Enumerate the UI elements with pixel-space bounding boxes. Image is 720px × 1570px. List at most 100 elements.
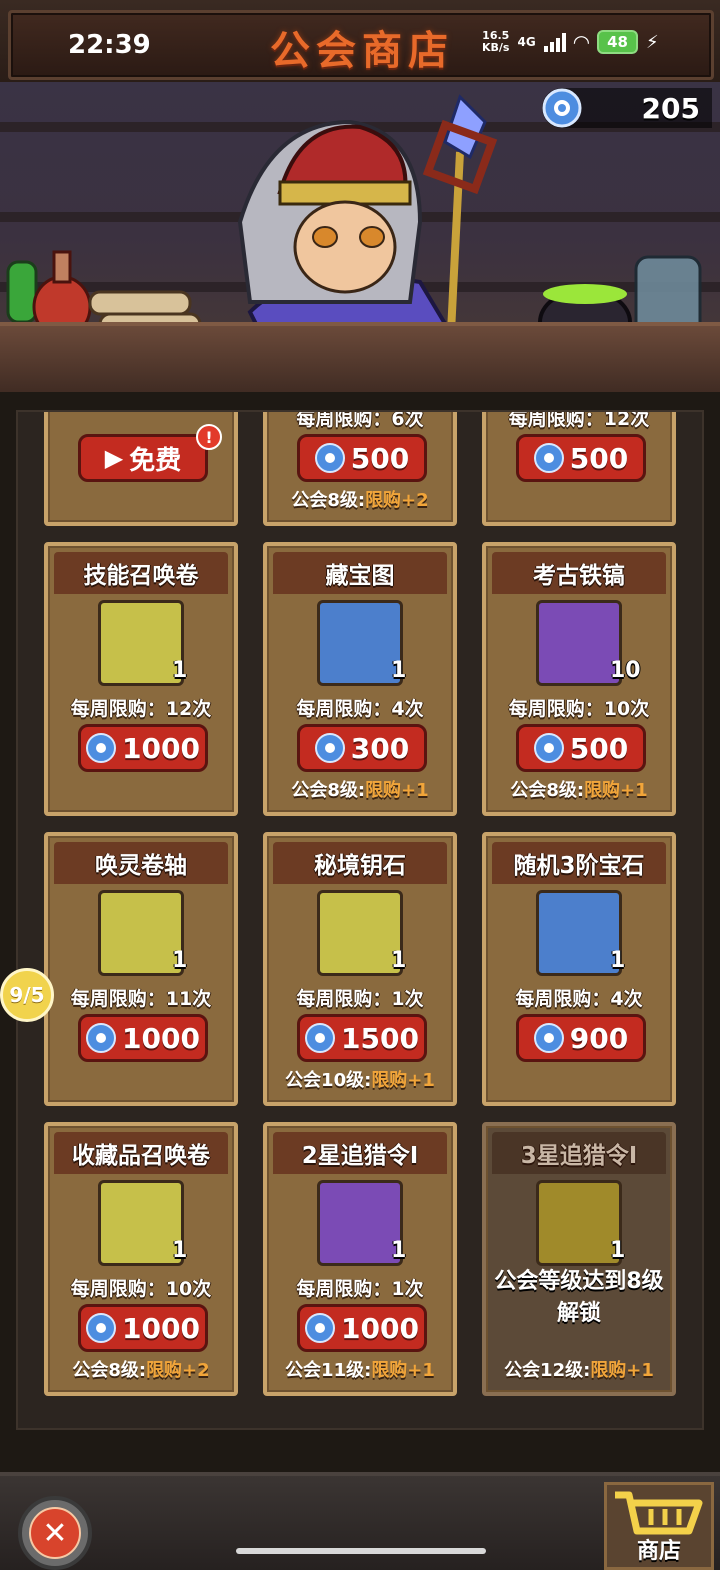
shopkeeper-scene: 205 xyxy=(0,82,720,392)
shop-item-card[interactable]: 藏宝图 1 每周限购：4次 300 公会8级:限购+1 xyxy=(263,542,457,816)
lock-line-2: 解锁 xyxy=(556,1301,601,1326)
charging-icon: ⚡ xyxy=(645,31,659,53)
price-button[interactable]: 1000 xyxy=(297,1304,427,1352)
guild-level: 公会8级: xyxy=(510,780,585,801)
top-header: 22:39 公会商店 16.5 KB/s 4G ◠ 48 ⚡ xyxy=(0,0,720,85)
guild-level: 公会10级: xyxy=(285,1070,372,1091)
blue-coin-icon xyxy=(314,733,345,763)
purchase-limit: 每周限购：11次 xyxy=(70,988,212,1010)
price-value: 500 xyxy=(569,731,629,765)
price-button[interactable]: 500 xyxy=(297,434,427,482)
purchase-limit: 每周限购：12次 xyxy=(70,698,212,720)
blue-coin-icon xyxy=(542,88,582,128)
price-button[interactable]: 500 xyxy=(516,724,646,772)
home-indicator[interactable] xyxy=(236,1548,486,1554)
guild-bonus: 公会10级:限购+1 xyxy=(267,1066,453,1092)
guild-bonus: 公会8级:限购+1 xyxy=(486,776,672,802)
shop-item-card[interactable]: 随机3阶宝石 1 每周限购：4次 900 xyxy=(482,832,676,1106)
price-value: 300 xyxy=(350,731,410,765)
price-button[interactable]: 500 xyxy=(516,434,646,482)
shop-item-card[interactable]: 10每周限购：12次 500 xyxy=(482,412,676,526)
blue-coin-icon xyxy=(86,733,117,763)
purchase-limit: 每周限购：4次 xyxy=(515,988,643,1010)
item-quantity: 1 xyxy=(172,948,188,973)
battery-indicator: 48 xyxy=(597,30,638,54)
free-label: 免费 xyxy=(129,445,182,476)
status-time: 22:39 xyxy=(68,30,151,60)
item-name: 随机3阶宝石 xyxy=(492,842,666,884)
item-quantity: 1 xyxy=(610,948,626,973)
shop-item-card[interactable]: 技能召唤卷 1 每周限购：12次 1000 xyxy=(44,542,238,816)
video-icon: ▶ xyxy=(104,444,124,472)
shop-item-card[interactable]: 考古铁镐 10 每周限购：10次 500 公会8级:限购+1 xyxy=(482,542,676,816)
shop-item-card[interactable]: 秘境钥石 1 每周限购：1次 1500 公会10级:限购+1 xyxy=(263,832,457,1106)
price-value: 500 xyxy=(350,441,410,475)
price-value: 500 xyxy=(569,441,629,475)
price-button[interactable]: 1500 xyxy=(297,1014,427,1062)
guild-level: 公会8级: xyxy=(291,780,366,801)
price-value: 900 xyxy=(569,1021,629,1055)
network-type: 4G xyxy=(517,35,536,49)
shop-tab-label: 商店 xyxy=(636,1539,681,1564)
shop-panel[interactable]: 20 ▶ 免费 !9万每周限购：6次 500 公会8级:限购+2 10每周限购：… xyxy=(16,410,704,1430)
price-button[interactable]: 1000 xyxy=(78,724,208,772)
item-name: 收藏品召唤卷 xyxy=(54,1132,228,1174)
purchase-limit: 每周限购：10次 xyxy=(508,698,650,720)
price-button[interactable]: 1000 xyxy=(78,1304,208,1352)
close-icon: ✕ xyxy=(29,1507,81,1559)
blue-coin-icon xyxy=(314,443,345,473)
blue-coin-icon xyxy=(305,1313,336,1343)
blue-coin-icon xyxy=(86,1313,117,1343)
purchase-limit: 每周限购：4次 xyxy=(296,698,424,720)
blue-coin-icon xyxy=(533,733,564,763)
shop-item-card[interactable]: 2星追猎令I 1 每周限购：1次 1000 公会11级:限购+1 xyxy=(263,1122,457,1396)
shop-item-card[interactable]: 20 ▶ 免费 ! xyxy=(44,412,238,526)
price-value: 1500 xyxy=(341,1021,419,1055)
shop-item-card[interactable]: 唤灵卷轴 1 每周限购：11次 1000 xyxy=(44,832,238,1106)
guild-level: 公会8级: xyxy=(72,1360,147,1381)
price-button[interactable]: 300 xyxy=(297,724,427,772)
item-quantity: 1 xyxy=(391,1238,407,1263)
bonus-text: 限购+1 xyxy=(365,780,429,801)
item-quantity: 10 xyxy=(610,658,641,683)
status-icons: 16.5 KB/s 4G ◠ 48 ⚡ xyxy=(482,30,659,54)
item-quantity: 1 xyxy=(172,1238,188,1263)
item-name: 2星追猎令I xyxy=(273,1132,447,1174)
guild-level: 公会8级: xyxy=(291,490,366,511)
shop-item-card[interactable]: 收藏品召唤卷 1 每周限购：10次 1000 公会8级:限购+2 xyxy=(44,1122,238,1396)
bonus-text: 限购+2 xyxy=(146,1360,210,1381)
guild-bonus: 公会8级:限购+2 xyxy=(267,486,453,512)
purchase-limit: 每周限购：6次 xyxy=(296,410,424,430)
item-name: 唤灵卷轴 xyxy=(54,842,228,884)
blue-coin-icon xyxy=(533,1023,564,1053)
bonus-text: 限购+1 xyxy=(590,1360,654,1381)
item-name: 技能召唤卷 xyxy=(54,552,228,594)
side-badge[interactable]: 9/5 xyxy=(0,968,54,1022)
price-value: 1000 xyxy=(122,1021,200,1055)
price-button[interactable]: 1000 xyxy=(78,1014,208,1062)
item-quantity: 1 xyxy=(391,948,407,973)
bonus-text: 限购+1 xyxy=(584,780,648,801)
item-name: 藏宝图 xyxy=(273,552,447,594)
shop-item-card[interactable]: 3星追猎令I 1 公会等级达到8级 解锁 公会12级:限购+1 xyxy=(482,1122,676,1396)
blue-coin-icon xyxy=(305,1023,336,1053)
lock-message: 公会等级达到8级 解锁 xyxy=(486,1266,672,1330)
signal-icon xyxy=(543,32,566,52)
shop-tab[interactable]: 商店 xyxy=(604,1482,714,1570)
blue-coin-icon xyxy=(533,443,564,473)
blue-coin-icon xyxy=(86,1023,117,1053)
item-name: 考古铁镐 xyxy=(492,552,666,594)
free-claim-button[interactable]: ▶ 免费 xyxy=(78,434,208,482)
purchase-limit: 每周限购：1次 xyxy=(296,988,424,1010)
page-title: 公会商店 xyxy=(270,28,454,74)
bonus-text: 限购+1 xyxy=(371,1070,435,1091)
currency-display: 205 xyxy=(542,88,712,128)
purchase-limit: 每周限购：10次 xyxy=(70,1278,212,1300)
purchase-limit: 每周限购：1次 xyxy=(296,1278,424,1300)
shop-item-card[interactable]: 9万每周限购：6次 500 公会8级:限购+2 xyxy=(263,410,457,526)
bonus-text: 限购+1 xyxy=(371,1360,435,1381)
price-value: 1000 xyxy=(341,1311,419,1345)
close-button[interactable]: ✕ xyxy=(18,1496,92,1570)
bonus-text: 限购+2 xyxy=(365,490,429,511)
price-button[interactable]: 900 xyxy=(516,1014,646,1062)
